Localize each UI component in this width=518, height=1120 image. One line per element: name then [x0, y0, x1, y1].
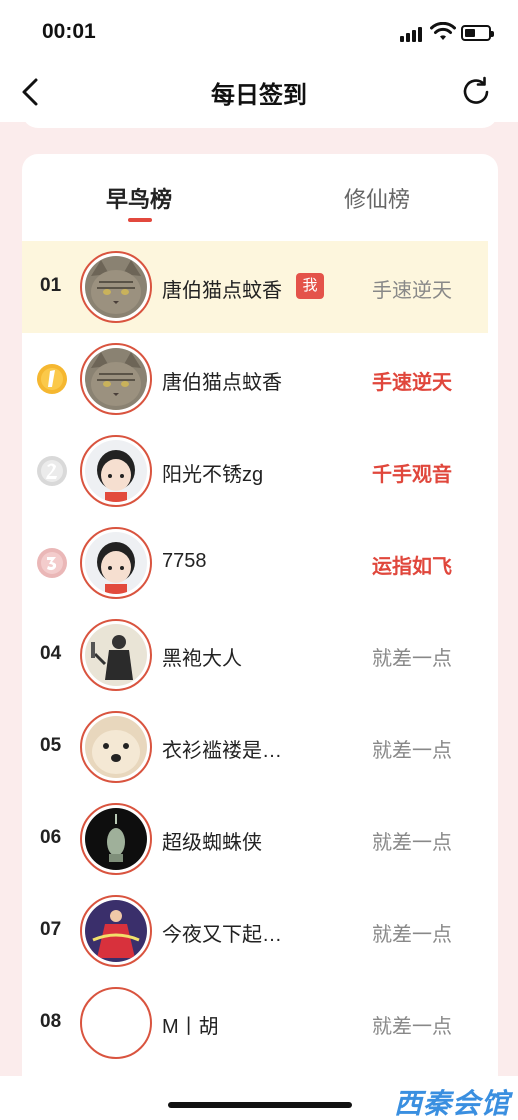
avatar: [80, 619, 152, 691]
row-status: 就差一点: [372, 924, 452, 946]
user-name: 衣衫褴褛是…: [162, 740, 282, 762]
home-indicator[interactable]: [168, 1102, 352, 1108]
leaderboard-card: 早鸟榜 修仙榜 01 唐伯猫点蚊香 我 手速逆天 唐伯猫点蚊香 手速逆天 阳光不…: [22, 154, 498, 1094]
tab-immortal[interactable]: 修仙榜: [344, 182, 410, 214]
dog-avatar-icon: [85, 716, 147, 778]
avatar: [80, 987, 152, 1059]
row-status: 千手观音: [372, 464, 452, 486]
user-name: 今夜又下起…: [162, 924, 282, 946]
list-item[interactable]: 04 黑袍大人 就差一点: [22, 609, 488, 701]
avatar: [80, 895, 152, 967]
wifi-icon: [430, 22, 456, 40]
avatar: [80, 711, 152, 783]
battery-icon: [461, 25, 494, 41]
user-name: 唐伯猫点蚊香: [162, 280, 282, 302]
list-item[interactable]: 05 衣衫褴褛是… 就差一点: [22, 701, 488, 793]
refresh-icon[interactable]: [458, 74, 494, 110]
gold-medal-icon: [37, 364, 67, 394]
silver-medal-icon: [37, 456, 67, 486]
avatar: [80, 251, 152, 323]
rank-number: 07: [40, 919, 62, 940]
row-status: 就差一点: [372, 832, 452, 854]
row-status: 就差一点: [372, 740, 452, 762]
cat-avatar-icon: [85, 348, 147, 410]
cartoon-avatar-icon: [85, 532, 147, 594]
row-status: 就差一点: [372, 648, 452, 670]
list-item-mine[interactable]: 01 唐伯猫点蚊香 我 手速逆天: [22, 241, 488, 333]
blank-avatar-icon: [85, 992, 147, 1054]
avatar: [80, 527, 152, 599]
cat-avatar-icon: [85, 256, 147, 318]
ink-figure-avatar-icon: [85, 624, 147, 686]
avatar: [80, 435, 152, 507]
summary-card: [22, 110, 498, 128]
row-status: 手速逆天: [372, 280, 452, 302]
user-name: M丨胡: [162, 1016, 219, 1038]
list-item[interactable]: 08 M丨胡 就差一点: [22, 977, 488, 1069]
row-status: 手速逆天: [372, 372, 452, 394]
user-name: 唐伯猫点蚊香: [162, 372, 282, 394]
dancer-avatar-icon: [85, 900, 147, 962]
bottom-bar: 西秦会馆: [0, 1076, 518, 1120]
row-status: 运指如飞: [372, 556, 452, 578]
avatar: [80, 803, 152, 875]
watermark-logo: 西秦会馆: [393, 1088, 510, 1119]
list-item[interactable]: 7758 运指如飞: [22, 517, 488, 609]
list-item[interactable]: 阳光不锈zg 千手观音: [22, 425, 488, 517]
cartoon-avatar-icon: [85, 440, 147, 502]
bronze-medal-icon: [37, 548, 67, 578]
rank-number: 06: [40, 827, 62, 848]
status-bar: 00:01: [0, 0, 518, 62]
user-name: 7758: [162, 550, 207, 572]
list-item[interactable]: 07 今夜又下起… 就差一点: [22, 885, 488, 977]
user-name: 阳光不锈zg: [162, 464, 264, 486]
me-badge: 我: [296, 273, 324, 299]
rank-number: 01: [40, 275, 62, 296]
list-item[interactable]: 06 超级蜘蛛侠 就差一点: [22, 793, 488, 885]
rank-number: 05: [40, 735, 62, 756]
user-name: 黑袍大人: [162, 648, 242, 670]
row-status: 就差一点: [372, 1016, 452, 1038]
status-time: 00:01: [42, 20, 96, 43]
list-item[interactable]: 唐伯猫点蚊香 手速逆天: [22, 333, 488, 425]
cellular-signal-icon: [400, 24, 426, 42]
battery-level: [465, 29, 475, 37]
avatar: [80, 343, 152, 415]
rank-number: 08: [40, 1011, 62, 1032]
page-title: 每日签到: [211, 82, 307, 109]
rank-number: 04: [40, 643, 62, 664]
dark-avatar-icon: [85, 808, 147, 870]
user-name: 超级蜘蛛侠: [162, 832, 262, 854]
tab-early-bird[interactable]: 早鸟榜: [106, 182, 172, 214]
active-tab-indicator: [128, 218, 152, 222]
